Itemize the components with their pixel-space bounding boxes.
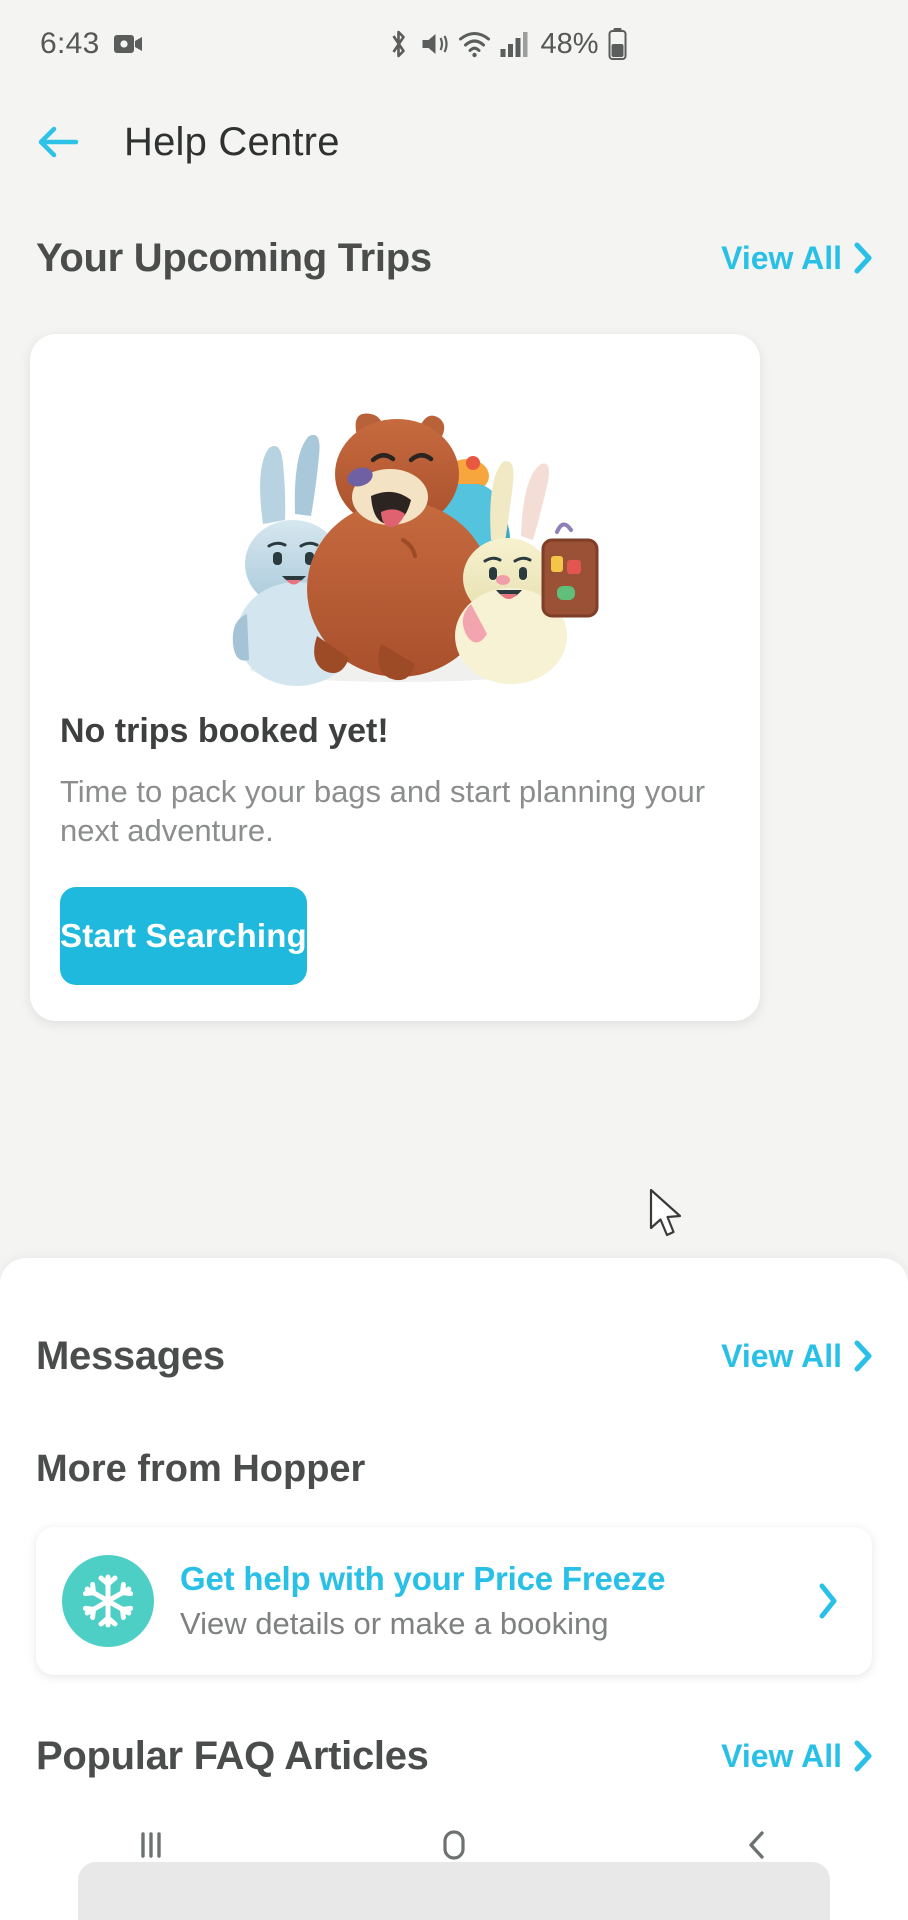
faq-view-all[interactable]: View All (721, 1738, 874, 1775)
mouse-cursor (648, 1188, 688, 1249)
back-icon (738, 1826, 776, 1864)
status-bar-right: 48% (387, 28, 628, 61)
app-bar: Help Centre (0, 88, 908, 196)
price-freeze-text: Get help with your Price Freeze View det… (180, 1560, 790, 1642)
chevron-right-icon (852, 1339, 874, 1373)
mute-icon (420, 29, 450, 59)
chevron-right-icon (852, 241, 874, 275)
bear-and-bunnies-illustration (30, 334, 760, 694)
suitcase (541, 522, 599, 618)
phone-screen: 6:43 48% Help Centre Your Upcoming Trips… (0, 0, 908, 1920)
no-trips-body: Time to pack your bags and start plannin… (60, 774, 706, 848)
home-icon (435, 1826, 473, 1864)
view-all-label: View All (721, 239, 842, 276)
view-all-label: View All (721, 1737, 842, 1774)
upcoming-trips-view-all[interactable]: View All (721, 240, 874, 277)
faq-header: Popular FAQ Articles View All (0, 1721, 908, 1791)
cellular-signal-icon (500, 30, 528, 58)
faq-title: Popular FAQ Articles (36, 1733, 429, 1778)
messages-view-all[interactable]: View All (721, 1338, 874, 1375)
price-freeze-subtitle: View details or make a booking (180, 1606, 609, 1641)
snowflake-icon (62, 1555, 154, 1647)
chevron-right-icon (816, 1581, 846, 1621)
status-bar-left: 6:43 (40, 27, 144, 61)
more-from-hopper-title: More from Hopper (36, 1448, 366, 1490)
bluetooth-icon (387, 29, 411, 59)
android-nav-bar (0, 1802, 908, 1920)
back-button[interactable] (28, 112, 88, 172)
recents-icon (132, 1826, 170, 1864)
upcoming-trips-title: Your Upcoming Trips (36, 235, 432, 280)
arrow-left-icon (36, 124, 80, 160)
gesture-pill (78, 1862, 830, 1920)
wifi-icon (459, 30, 491, 58)
upcoming-trips-section: Your Upcoming Trips View All No trips bo… (0, 196, 908, 1021)
no-trips-heading: No trips booked yet! (60, 712, 389, 750)
more-from-hopper-header: More from Hopper (0, 1448, 908, 1491)
video-record-icon (113, 33, 144, 55)
view-all-label: View All (721, 1337, 842, 1374)
chevron-right-icon (852, 1739, 874, 1773)
battery-icon (608, 28, 628, 60)
messages-title: Messages (36, 1333, 225, 1378)
upcoming-trips-header: Your Upcoming Trips View All (0, 210, 908, 306)
price-freeze-help-card[interactable]: Get help with your Price Freeze View det… (36, 1527, 872, 1675)
messages-header: Messages View All (0, 1308, 908, 1404)
no-trips-card: No trips booked yet! Time to pack your b… (30, 334, 760, 1021)
status-bar: 6:43 48% (0, 0, 908, 88)
price-freeze-title: Get help with your Price Freeze (180, 1560, 666, 1597)
battery-percent: 48% (540, 27, 599, 60)
bottom-sheet: Messages View All More from Hopper Get h… (0, 1258, 908, 1920)
start-searching-button[interactable]: Start Searching (60, 886, 307, 985)
status-time: 6:43 (40, 27, 100, 60)
page-title: Help Centre (124, 119, 340, 164)
